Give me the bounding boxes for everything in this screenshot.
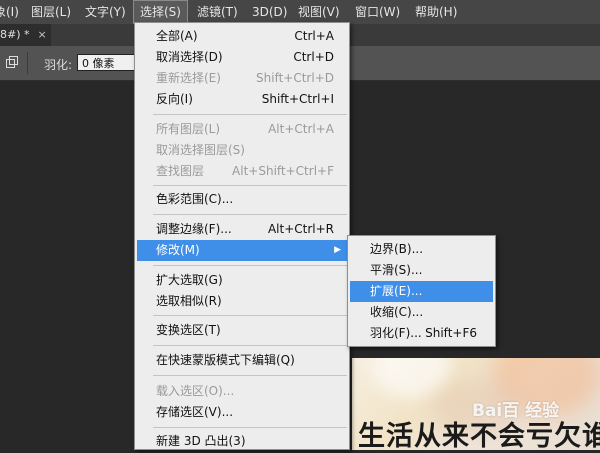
- menu-separator: [153, 345, 347, 346]
- menu-separator: [153, 375, 347, 376]
- document-tab-title: 8#) *: [0, 28, 30, 41]
- menu-item-new-3d-extrusion[interactable]: 新建 3D 凸出(3): [137, 431, 347, 452]
- menu-separator: [153, 214, 347, 215]
- menu-item-deselect[interactable]: 取消选择(D) Ctrl+D: [137, 47, 347, 68]
- menu-layer[interactable]: 图层(L): [25, 0, 77, 24]
- options-divider: [27, 52, 28, 74]
- menu-item-similar[interactable]: 选取相似(R): [137, 291, 347, 312]
- menu-separator: [153, 185, 347, 186]
- menu-item-quick-mask[interactable]: 在快速蒙版模式下编辑(Q): [137, 350, 347, 371]
- menu-separator: [153, 315, 347, 316]
- menubar: 象(I) 图层(L) 文字(Y) 选择(S) 滤镜(T) 3D(D) 视图(V)…: [0, 0, 600, 24]
- menu-item-inverse[interactable]: 反向(I) Shift+Ctrl+I: [137, 89, 347, 110]
- select-menu-dropdown: 全部(A) Ctrl+A 取消选择(D) Ctrl+D 重新选择(E) Shift+C…: [134, 22, 350, 450]
- submenu-item-border[interactable]: 边界(B)...: [350, 239, 493, 260]
- menu-view[interactable]: 视图(V): [292, 0, 346, 24]
- menu-item-deselect-layers: 取消选择图层(S): [156, 143, 245, 157]
- menu-separator: [153, 265, 347, 266]
- image-caption-text: 生活从来不会亏欠谁: [358, 421, 600, 452]
- menu-separator: [153, 114, 347, 115]
- submenu-item-smooth[interactable]: 平滑(S)...: [350, 260, 493, 281]
- menu-item-modify[interactable]: 修改(M) ▶: [137, 240, 347, 261]
- menu-image[interactable]: 象(I): [0, 0, 25, 24]
- submenu-item-expand[interactable]: 扩展(E)...: [350, 281, 493, 302]
- submenu-arrow-icon: ▶: [334, 245, 341, 255]
- menu-type[interactable]: 文字(Y): [79, 0, 132, 24]
- feather-label: 羽化:: [44, 58, 73, 72]
- menu-item-reselect: 重新选择(E) Shift+Ctrl+D: [156, 71, 334, 85]
- submenu-item-feather[interactable]: 羽化(F)... Shift+F6: [350, 323, 493, 344]
- menu-item-refine-edge[interactable]: 调整边缘(F)... Alt+Ctrl+R: [137, 219, 347, 240]
- menu-item-load-selection: 载入选区(O)...: [156, 384, 235, 398]
- menu-filter[interactable]: 滤镜(T): [191, 0, 244, 24]
- menu-separator: [153, 427, 347, 428]
- submenu-item-contract[interactable]: 收缩(C)...: [350, 302, 493, 323]
- menu-window[interactable]: 窗口(W): [349, 0, 406, 24]
- menu-item-all-layers: 所有图层(L) Alt+Ctrl+A: [156, 122, 334, 136]
- modify-submenu: 边界(B)... 平滑(S)... 扩展(E)... 收缩(C)... 羽化(F…: [347, 235, 496, 347]
- feather-input[interactable]: 0 像素: [77, 54, 135, 71]
- close-icon[interactable]: ×: [38, 28, 47, 41]
- menu-item-save-selection[interactable]: 存储选区(V)...: [137, 402, 347, 423]
- menu-item-all[interactable]: 全部(A) Ctrl+A: [137, 26, 347, 47]
- menu-item-transform-selection[interactable]: 变换选区(T): [137, 320, 347, 341]
- menu-item-grow[interactable]: 扩大选取(G): [137, 270, 347, 291]
- document-tab[interactable]: 8#) * ×: [0, 24, 51, 46]
- menu-3d[interactable]: 3D(D): [246, 0, 293, 24]
- selection-mode-icon[interactable]: [5, 55, 19, 69]
- menu-item-color-range[interactable]: 色彩范围(C)...: [137, 189, 347, 210]
- menu-select[interactable]: 选择(S): [133, 0, 188, 24]
- menu-item-find-layers: 查找图层 Alt+Shift+Ctrl+F: [156, 164, 334, 178]
- menu-help[interactable]: 帮助(H): [409, 0, 463, 24]
